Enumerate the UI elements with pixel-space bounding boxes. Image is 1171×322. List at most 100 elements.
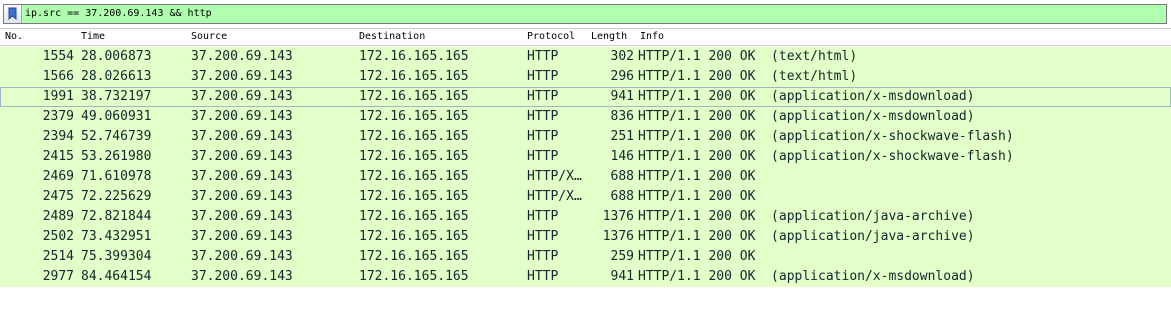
- packet-protocol: HTTP: [527, 69, 559, 84]
- column-header-time[interactable]: Time: [81, 29, 105, 45]
- packet-time: 75.399304: [81, 249, 152, 264]
- packet-destination: 172.16.165.165: [359, 109, 469, 124]
- packet-time: 71.610978: [81, 169, 152, 184]
- packet-row[interactable]: 1991 38.732197 37.200.69.143 172.16.165.165…: [0, 87, 1171, 107]
- packet-number: 2469: [42, 169, 74, 184]
- packet-destination: 172.16.165.165: [359, 189, 469, 204]
- packet-row[interactable]: 2469 71.610978 37.200.69.143 172.16.165.165…: [0, 167, 1171, 187]
- packet-info: HTTP/1.1 200 OK (application/java-archiv…: [638, 209, 975, 224]
- packet-row[interactable]: 2394 52.746739 37.200.69.143 172.16.165.165…: [0, 127, 1171, 147]
- packet-protocol: HTTP: [527, 89, 559, 104]
- packet-number: 2502: [42, 229, 74, 244]
- packet-time: 52.746739: [81, 129, 152, 144]
- column-header-info[interactable]: Info: [640, 29, 664, 45]
- packet-destination: 172.16.165.165: [359, 249, 469, 264]
- packet-destination: 172.16.165.165: [359, 229, 469, 244]
- packet-row[interactable]: 2415 53.261980 37.200.69.143 172.16.165.165…: [0, 147, 1171, 167]
- packet-length: 941: [610, 269, 634, 284]
- column-header-destination[interactable]: Destination: [359, 29, 425, 45]
- packet-source: 37.200.69.143: [191, 69, 293, 84]
- packet-protocol: HTTP/X…: [527, 169, 582, 184]
- packet-row[interactable]: 2475 72.225629 37.200.69.143 172.16.165.165…: [0, 187, 1171, 207]
- packet-length: 296: [610, 69, 634, 84]
- packet-source: 37.200.69.143: [191, 189, 293, 204]
- packet-info: HTTP/1.1 200 OK (application/x-shockwave…: [638, 129, 1014, 144]
- packet-number: 2977: [42, 269, 74, 284]
- packet-length: 1376: [602, 209, 634, 224]
- packet-length: 1376: [602, 229, 634, 244]
- column-header-protocol[interactable]: Protocol: [527, 29, 575, 45]
- packet-destination: 172.16.165.165: [359, 129, 469, 144]
- packet-info: HTTP/1.1 200 OK (application/x-shockwave…: [638, 149, 1014, 164]
- packet-protocol: HTTP: [527, 229, 559, 244]
- packet-source: 37.200.69.143: [191, 229, 293, 244]
- packet-source: 37.200.69.143: [191, 249, 293, 264]
- packet-info: HTTP/1.1 200 OK: [638, 249, 756, 264]
- packet-length: 302: [610, 49, 634, 64]
- packet-number: 2379: [42, 109, 74, 124]
- packet-row[interactable]: 2514 75.399304 37.200.69.143 172.16.165.165…: [0, 247, 1171, 267]
- packet-row[interactable]: 1554 28.006873 37.200.69.143 172.16.165.165…: [0, 47, 1171, 67]
- packet-row[interactable]: 2502 73.432951 37.200.69.143 172.16.165.165…: [0, 227, 1171, 247]
- column-header-length[interactable]: Length: [591, 29, 627, 45]
- packet-number: 2394: [42, 129, 74, 144]
- packet-number: 1554: [42, 49, 74, 64]
- packet-length: 688: [610, 169, 634, 184]
- packet-row[interactable]: 2489 72.821844 37.200.69.143 172.16.165.165…: [0, 207, 1171, 227]
- packet-protocol: HTTP/X…: [527, 189, 582, 204]
- packet-number: 2514: [42, 249, 74, 264]
- packet-destination: 172.16.165.165: [359, 169, 469, 184]
- packet-source: 37.200.69.143: [191, 269, 293, 284]
- packet-info: HTTP/1.1 200 OK (application/x-msdownloa…: [638, 89, 975, 104]
- packet-length: 259: [610, 249, 634, 264]
- packet-row[interactable]: 1566 28.026613 37.200.69.143 172.16.165.165…: [0, 67, 1171, 87]
- bookmark-icon: [8, 7, 17, 20]
- packet-protocol: HTTP: [527, 109, 559, 124]
- packet-source: 37.200.69.143: [191, 149, 293, 164]
- packet-protocol: HTTP: [527, 129, 559, 144]
- packet-number: 1566: [42, 69, 74, 84]
- packet-protocol: HTTP: [527, 209, 559, 224]
- packet-row[interactable]: 2379 49.060931 37.200.69.143 172.16.165.165…: [0, 107, 1171, 127]
- packet-time: 28.026613: [81, 69, 152, 84]
- packet-row[interactable]: 2977 84.464154 37.200.69.143 172.16.165.165…: [0, 267, 1171, 287]
- packet-source: 37.200.69.143: [191, 169, 293, 184]
- column-header-no[interactable]: No.: [5, 29, 23, 45]
- packet-info: HTTP/1.1 200 OK: [638, 169, 756, 184]
- packet-time: 49.060931: [81, 109, 152, 124]
- packet-source: 37.200.69.143: [191, 129, 293, 144]
- display-filter-toolbar: [0, 0, 1171, 29]
- packet-destination: 172.16.165.165: [359, 49, 469, 64]
- packet-info: HTTP/1.1 200 OK (application/x-msdownloa…: [638, 109, 975, 124]
- packet-number: 2489: [42, 209, 74, 224]
- packet-destination: 172.16.165.165: [359, 89, 469, 104]
- packet-source: 37.200.69.143: [191, 109, 293, 124]
- packet-protocol: HTTP: [527, 149, 559, 164]
- packet-time: 73.432951: [81, 229, 152, 244]
- display-filter-field[interactable]: [3, 4, 1167, 24]
- packet-source: 37.200.69.143: [191, 49, 293, 64]
- packet-source: 37.200.69.143: [191, 209, 293, 224]
- packet-length: 146: [610, 149, 634, 164]
- packet-time: 28.006873: [81, 49, 152, 64]
- packet-length: 688: [610, 189, 634, 204]
- packet-length: 251: [610, 129, 634, 144]
- packet-destination: 172.16.165.165: [359, 269, 469, 284]
- display-filter-input[interactable]: [25, 5, 1165, 23]
- packet-info: HTTP/1.1 200 OK (application/x-msdownloa…: [638, 269, 975, 284]
- packet-info: HTTP/1.1 200 OK: [638, 189, 756, 204]
- packet-list-header: No. Time Source Destination Protocol Len…: [0, 29, 1171, 46]
- packet-number: 1991: [42, 89, 74, 104]
- packet-time: 38.732197: [81, 89, 152, 104]
- filter-bookmark-button[interactable]: [4, 5, 22, 23]
- packet-protocol: HTTP: [527, 249, 559, 264]
- column-header-source[interactable]: Source: [191, 29, 227, 45]
- packet-destination: 172.16.165.165: [359, 209, 469, 224]
- packet-info: HTTP/1.1 200 OK (application/java-archiv…: [638, 229, 975, 244]
- packet-info: HTTP/1.1 200 OK (text/html): [638, 69, 858, 84]
- packet-time: 53.261980: [81, 149, 152, 164]
- packet-protocol: HTTP: [527, 269, 559, 284]
- packet-length: 941: [610, 89, 634, 104]
- packet-time: 72.225629: [81, 189, 152, 204]
- packet-destination: 172.16.165.165: [359, 149, 469, 164]
